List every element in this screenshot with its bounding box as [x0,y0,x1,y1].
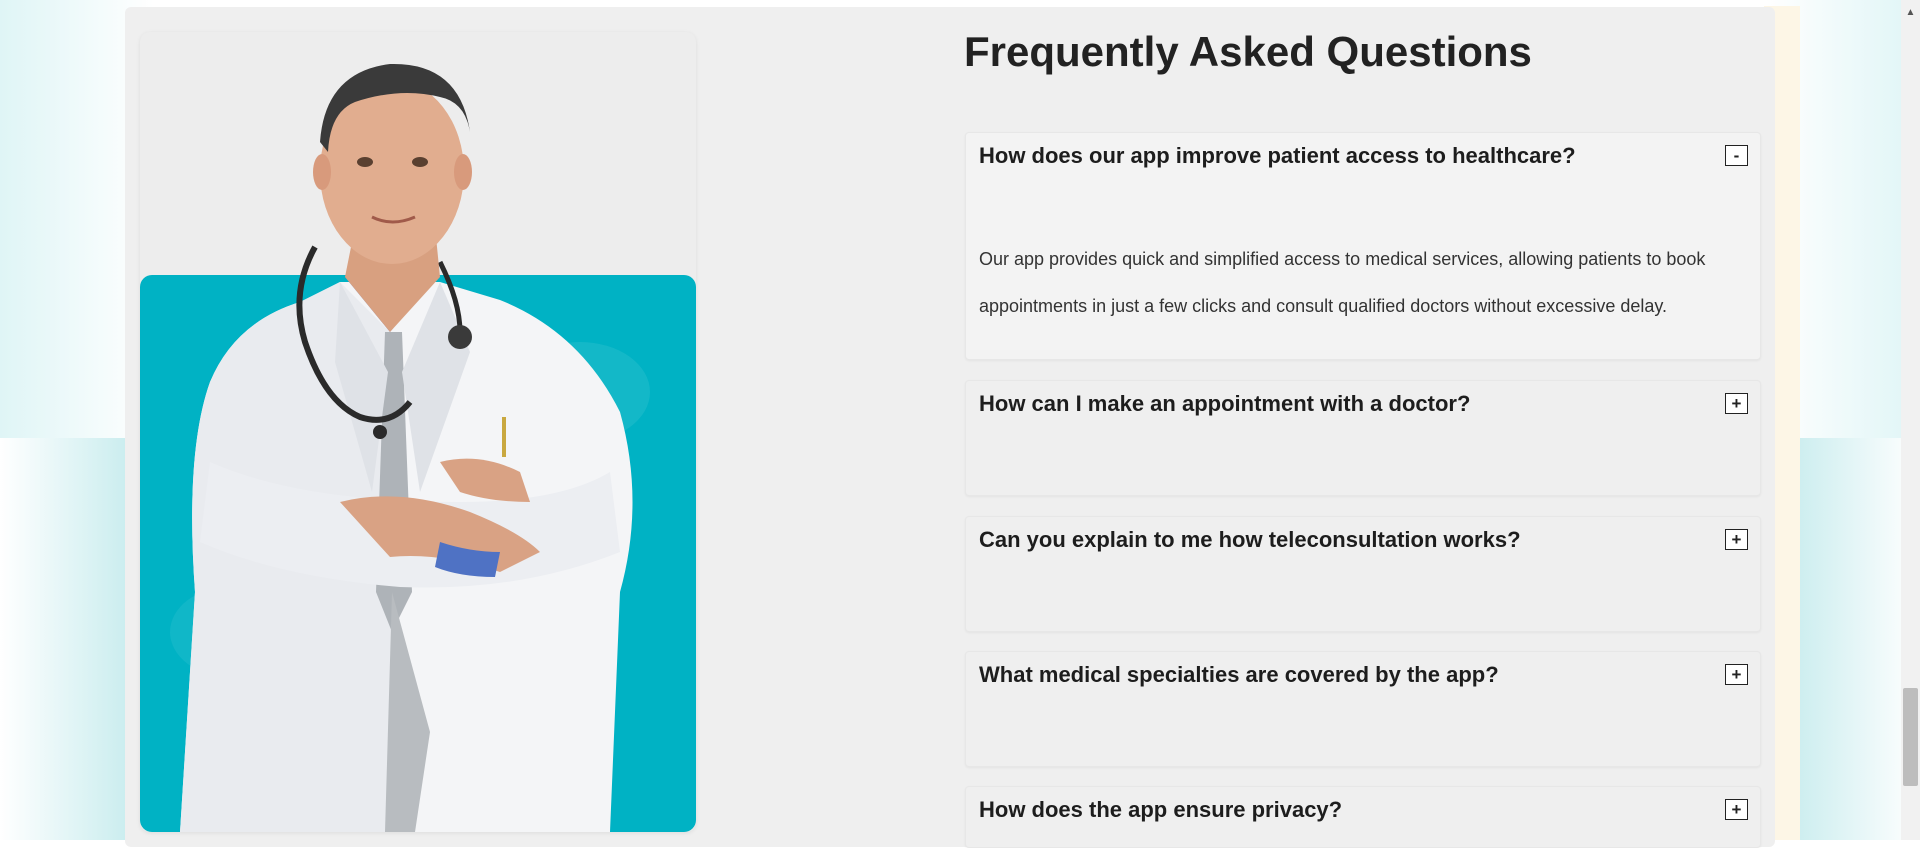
faq-heading: Frequently Asked Questions [964,28,1532,75]
faq-item-specialties[interactable]: What medical specialties are covered by … [965,651,1761,767]
expand-plus-icon[interactable]: + [1725,664,1748,685]
expand-plus-icon[interactable]: + [1725,799,1748,820]
faq-item-appointment[interactable]: How can I make an appointment with a doc… [965,380,1761,496]
faq-item-teleconsultation[interactable]: Can you explain to me how teleconsultati… [965,516,1761,632]
expand-plus-icon[interactable]: + [1725,529,1748,550]
faq-item-privacy[interactable]: How does the app ensure privacy? + [965,786,1761,848]
faq-question[interactable]: What medical specialties are covered by … [979,662,1499,688]
faq-answer: Our app provides quick and simplified ac… [979,249,1706,316]
expand-plus-icon[interactable]: + [1725,393,1748,414]
faq-question[interactable]: Can you explain to me how teleconsultati… [979,527,1521,553]
faq-question[interactable]: How does our app improve patient access … [979,143,1576,169]
collapse-minus-icon[interactable]: - [1725,145,1748,166]
faq-question[interactable]: How can I make an appointment with a doc… [979,391,1470,417]
faq-item-access[interactable]: How does our app improve patient access … [965,132,1761,360]
doctor-image [170,63,650,832]
scroll-up-arrow-icon[interactable]: ▲ [1901,6,1920,20]
scrollbar-thumb[interactable] [1903,688,1918,786]
vertical-scrollbar[interactable]: ▲ [1901,0,1920,840]
doctor-photo-card [140,32,696,832]
faq-question[interactable]: How does the app ensure privacy? [979,797,1342,823]
